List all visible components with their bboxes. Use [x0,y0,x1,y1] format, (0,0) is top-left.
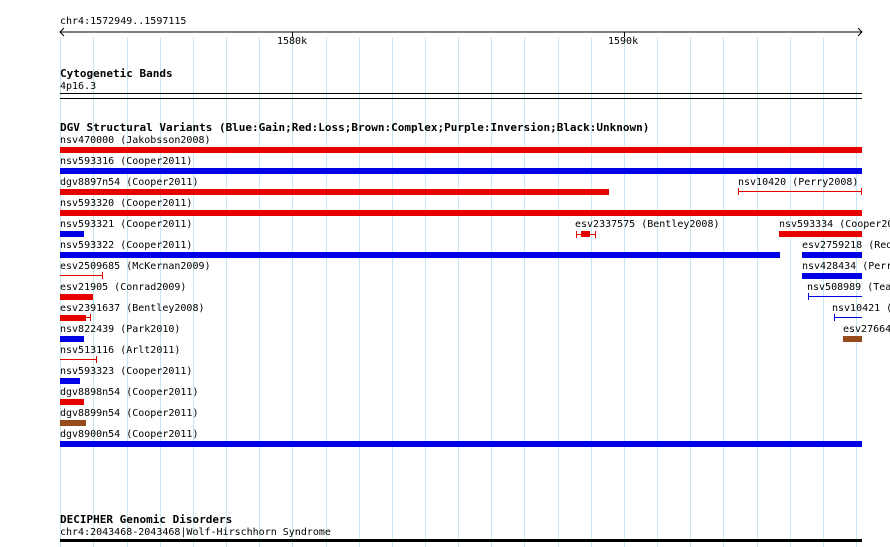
variant-label: nsv10420 (Perry2008) [738,177,859,188]
variant-bar[interactable] [60,210,862,216]
variant-bar[interactable] [802,252,862,258]
variant-bar-end [102,272,103,279]
variant-bar-end [595,231,596,238]
grid-line [690,37,691,547]
cytoband-bar[interactable] [60,98,862,99]
grid-line [524,37,525,547]
variant-label: nsv593320 (Cooper2011) [60,198,193,209]
variant-label: nsv10421 ( [832,303,890,314]
variant-label: esv27664 [843,324,890,335]
track-title-cytogenetic-bands: Cytogenetic Bands [60,67,173,80]
variant-bar-end [861,188,862,195]
ruler-tick-label: 1590k [608,36,639,47]
track-title-decipher: DECIPHER Genomic Disorders [60,513,233,526]
grid-line [193,37,194,547]
grid-line [491,37,492,547]
grid-line [558,37,559,547]
grid-line [326,37,327,547]
variant-label: esv21905 (Conrad2009) [60,282,187,293]
variant-bar[interactable] [60,294,93,300]
variant-label: dgv8898n54 (Cooper2011) [60,387,199,398]
variant-label: esv2391637 (Bentley2008) [60,303,205,314]
cytoband-bar[interactable] [60,93,862,94]
variant-bar[interactable] [60,231,84,237]
ruler-location: chr4:1572949..1597115 [60,16,187,27]
grid-line [226,37,227,547]
variant-label: nsv593334 (Cooper20 [779,219,890,230]
variant-label: nsv593316 (Cooper2011) [60,156,193,167]
ruler-axis [59,27,863,37]
variant-bar[interactable] [60,359,97,360]
variant-bar-end [90,314,91,321]
variant-bar[interactable] [802,273,862,279]
decipher-bar[interactable] [60,539,862,542]
genome-browser-view: chr4:1572949..1597115 1580k 1590k Cytoge… [0,0,890,547]
grid-line [359,37,360,547]
grid-line [259,37,260,547]
variant-bar-end [96,356,97,363]
track-title-dgv: DGV Structural Variants (Blue:Gain;Red:L… [60,121,650,134]
grid-line [757,37,758,547]
grid-line [392,37,393,547]
variant-label: nsv593321 (Cooper2011) [60,219,193,230]
variant-bar[interactable] [60,399,84,405]
variant-bar-end [834,314,835,321]
grid-line [458,37,459,547]
variant-bar[interactable] [60,336,84,342]
variant-label: esv2759218 (Red [802,240,890,251]
variant-bar[interactable] [779,231,862,237]
grid-line [723,37,724,547]
variant-label: esv2509685 (McKernan2009) [60,261,211,272]
variant-bar-end [808,293,809,300]
variant-bar[interactable] [60,147,862,153]
variant-label: nsv593323 (Cooper2011) [60,366,193,377]
variant-label: nsv428434 (Perr [802,261,890,272]
variant-bar[interactable] [834,317,862,318]
variant-bar[interactable] [581,231,590,237]
variant-label: dgv8897n54 (Cooper2011) [60,177,199,188]
variant-bar[interactable] [843,336,862,342]
cytoband-label: 4p16.3 [60,81,97,92]
variant-label: nsv470000 (Jakobsson2008) [60,135,211,146]
variant-label: esv2337575 (Bentley2008) [575,219,720,230]
grid-line [624,37,625,547]
grid-line [657,37,658,547]
grid-line [790,37,791,547]
variant-bar[interactable] [60,275,103,276]
variant-label: nsv822439 (Park2010) [60,324,181,335]
variant-bar[interactable] [60,315,86,321]
grid-line [425,37,426,547]
variant-bar[interactable] [60,168,862,174]
variant-label: dgv8899n54 (Cooper2011) [60,408,199,419]
variant-label: nsv508989 (Tea [807,282,890,293]
decipher-item-label: chr4:2043468-2043468|Wolf-Hirschhorn Syn… [60,527,331,538]
grid-line [292,37,293,547]
variant-bar-end [738,188,739,195]
variant-bar[interactable] [60,378,80,384]
variant-bar-end [576,231,577,238]
variant-label: nsv513116 (Arlt2011) [60,345,181,356]
variant-bar[interactable] [738,191,862,192]
ruler-tick-label: 1580k [277,36,308,47]
variant-bar[interactable] [808,296,862,297]
variant-bar[interactable] [60,441,862,447]
grid-line [591,37,592,547]
variant-label: nsv593322 (Cooper2011) [60,240,193,251]
variant-bar[interactable] [60,189,609,195]
variant-bar[interactable] [60,420,86,426]
variant-bar[interactable] [60,252,780,258]
variant-label: dgv8900n54 (Cooper2011) [60,429,199,440]
